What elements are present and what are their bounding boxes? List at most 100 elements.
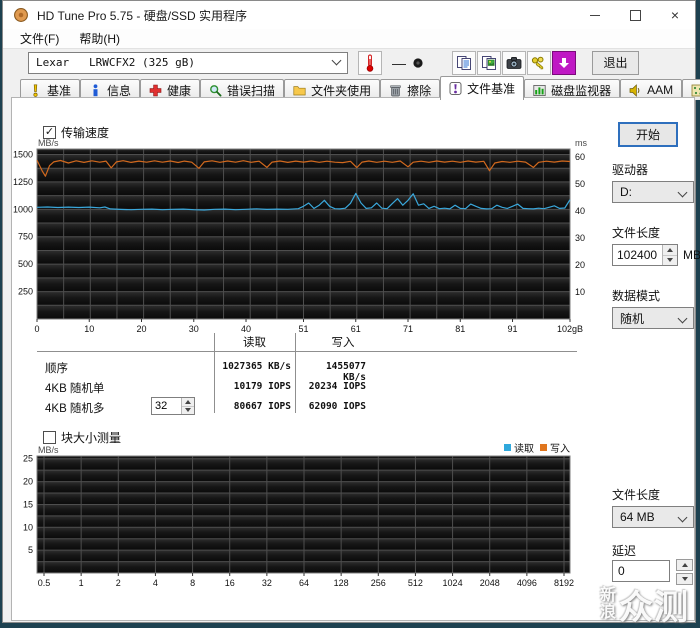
result-row-label: 4KB 随机单: [45, 380, 104, 396]
y2-axis-tick-label: 40: [575, 206, 585, 216]
thermometer-icon: [363, 54, 377, 72]
title-bar: HD Tune Pro 5.75 - 硬盘/SSD 实用程序 ×: [3, 1, 695, 29]
file-length-input[interactable]: 102400: [612, 244, 678, 266]
arrow-down-icon: [667, 258, 673, 262]
drive-label: 驱动器: [612, 161, 648, 178]
transfer-speed-chart: 250500750100012501500MB/s102030405060ms0…: [12, 139, 604, 335]
download-button[interactable]: [552, 51, 576, 75]
result-row-label: 顺序: [45, 360, 68, 376]
spin-up-button[interactable]: [663, 245, 677, 255]
copy-text-button[interactable]: [452, 51, 476, 75]
legend-label: 读取: [514, 442, 534, 455]
delay-value: 0: [618, 564, 625, 578]
data-mode-combo[interactable]: 随机: [612, 307, 694, 329]
drive-select-value: Lexar LRWCFX2 (325 gB): [36, 56, 195, 69]
read-column-header: 读取: [214, 334, 295, 350]
file-length2-combo[interactable]: 64 MB: [612, 506, 694, 528]
table-divider: [37, 351, 577, 352]
menu-help[interactable]: 帮助(H): [70, 28, 129, 49]
y-axis-tick-label: 10: [23, 522, 33, 532]
blocksize-chart: 510152025MB/s0.5124816326412825651210242…: [12, 441, 604, 591]
maximize-button[interactable]: [615, 1, 655, 29]
tab-label: 错误扫描: [227, 82, 275, 99]
y-axis-tick-label: 250: [18, 287, 33, 297]
watermark: 新 浪 众测: [600, 580, 689, 628]
tab-label: 擦除: [407, 82, 431, 99]
result-row-label: 4KB 随机多: [45, 400, 104, 416]
tab-label: AAM: [647, 83, 673, 97]
y2-axis-tick-label: 20: [575, 260, 585, 270]
tab-label: 文件夹使用: [311, 82, 371, 99]
result-row: 4KB 随机多3280667 IOPS62090 IOPS: [37, 397, 577, 417]
y-axis-tick-label: 1500: [13, 149, 33, 159]
random-access-icon: [691, 84, 700, 97]
keys-icon: [530, 56, 548, 70]
app-window: HD Tune Pro 5.75 - 硬盘/SSD 实用程序 × 文件(F) 帮…: [2, 0, 696, 623]
check-icon: ✓: [45, 127, 54, 138]
screenshot-button[interactable]: [502, 51, 526, 75]
x-axis-tick-label: 8: [190, 578, 195, 588]
app-icon: [13, 7, 29, 23]
x-axis-tick-label: 16: [225, 578, 235, 588]
download-icon: [558, 57, 570, 69]
y-axis-tick-label: 750: [18, 232, 33, 242]
y-axis-tick-label: 500: [18, 259, 33, 269]
data-mode-label: 数据模式: [612, 287, 660, 304]
minimize-button[interactable]: [575, 1, 615, 29]
spin-down-button[interactable]: [663, 255, 677, 266]
legend-swatch: [504, 444, 511, 451]
delay-spin-up-button[interactable]: [676, 559, 693, 571]
thermometer-button[interactable]: [358, 51, 382, 75]
copy-image-icon: [481, 55, 497, 71]
file-length-spinner: [662, 245, 677, 265]
y-axis-unit-label: MB/s: [38, 445, 59, 455]
copy-image-button[interactable]: [477, 51, 501, 75]
window-title: HD Tune Pro 5.75 - 硬盘/SSD 实用程序: [37, 7, 575, 24]
y-axis-unit-label: MB/s: [38, 139, 59, 148]
copy-text-icon: [456, 55, 472, 71]
close-icon: ×: [671, 8, 679, 22]
temperature-unit-icon: [412, 57, 424, 69]
legend-label: 写入: [550, 443, 570, 455]
watermark-char: 浪: [600, 605, 616, 622]
x-axis-tick-label: 4: [153, 578, 158, 588]
delay-input[interactable]: 0: [612, 560, 670, 582]
aam-icon: [629, 84, 642, 97]
drive-combo[interactable]: D:: [612, 181, 694, 203]
write-value: 20234 IOPS: [300, 381, 366, 392]
watermark-small: 新 浪: [600, 588, 616, 622]
x-axis-tick-label: 32: [262, 578, 272, 588]
drive-select[interactable]: Lexar LRWCFX2 (325 gB): [28, 52, 348, 74]
desktop-background: HD Tune Pro 5.75 - 硬盘/SSD 实用程序 × 文件(F) 帮…: [0, 0, 700, 628]
tab-label: 信息: [107, 82, 131, 99]
folder-usage-icon: [293, 84, 306, 97]
keys-button[interactable]: [527, 51, 551, 75]
temperature-value: —: [392, 55, 406, 71]
x-axis-tick-label: 4096: [517, 578, 537, 588]
tab-file-benchmark[interactable]: 文件基准: [440, 76, 524, 100]
write-column-header: 写入: [295, 334, 391, 350]
exit-button[interactable]: 退出: [592, 51, 639, 75]
tab-label: 健康: [167, 82, 191, 99]
x-axis-tick-label: 0.5: [38, 578, 51, 588]
x-axis-tick-label: 2048: [480, 578, 500, 588]
y2-axis-unit-label: ms: [575, 139, 587, 148]
y2-axis-tick-label: 30: [575, 233, 585, 243]
result-row: 顺序1027365 KB/s1455077 KB/s: [37, 357, 577, 377]
maximize-icon: [630, 10, 641, 21]
start-button[interactable]: 开始: [618, 122, 678, 147]
data-mode-value: 随机: [620, 310, 644, 327]
drive-combo-value: D:: [620, 185, 632, 199]
legend-swatch: [540, 444, 547, 451]
menu-file[interactable]: 文件(F): [11, 28, 68, 49]
camera-icon: [506, 56, 522, 70]
toolbar: Lexar LRWCFX2 (325 gB) — 退出: [3, 48, 695, 76]
menu-bar: 文件(F) 帮助(H): [3, 29, 695, 48]
toolbar-button-group: [452, 51, 576, 75]
x-axis-tick-label: 1: [79, 578, 84, 588]
file-length2-value: 64 MB: [620, 510, 655, 524]
tab-label: 基准: [47, 82, 71, 99]
x-axis-tick-label: 512: [408, 578, 423, 588]
x-axis-tick-label: 256: [371, 578, 386, 588]
close-button[interactable]: ×: [655, 1, 695, 29]
